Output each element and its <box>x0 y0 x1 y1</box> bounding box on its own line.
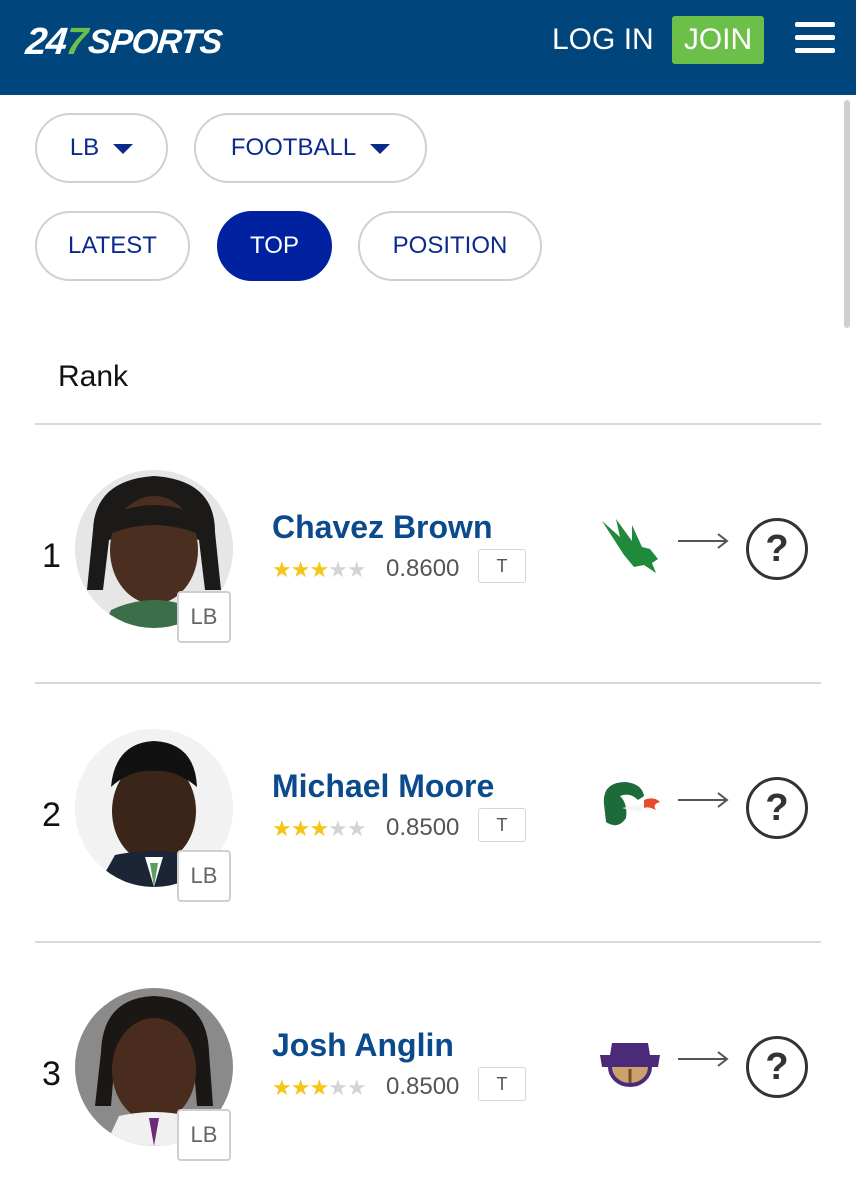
tab-latest-label: LATEST <box>68 232 157 259</box>
logo-digit-seven: 7 <box>64 20 89 63</box>
player-rating: 0.8600 <box>386 555 460 582</box>
site-header: 24 7 SPORTS LOG IN JOIN <box>0 0 856 95</box>
player-row[interactable]: 3 LB Josh Anglin ★★★★★ 0.8500 T ? <box>0 943 856 1201</box>
logo-digits: 24 <box>23 20 69 63</box>
sport-dropdown[interactable]: FOOTBALL <box>194 113 427 183</box>
tab-position-label: POSITION <box>392 232 508 259</box>
rank-column-header: Rank <box>58 360 129 393</box>
question-mark-icon[interactable]: ? <box>746 518 808 580</box>
rank-number: 2 <box>42 796 61 834</box>
position-badge: LB <box>177 591 231 643</box>
position-dropdown[interactable]: LB <box>35 113 168 183</box>
player-name[interactable]: Josh Anglin <box>272 1027 454 1064</box>
tab-top[interactable]: TOP <box>217 211 332 281</box>
join-button[interactable]: JOIN <box>672 16 764 64</box>
position-dropdown-label: LB <box>69 134 100 161</box>
player-row[interactable]: 1 LB Chavez Brown ★★★★★ 0.8600 T ? <box>0 425 856 683</box>
login-link[interactable]: LOG IN <box>552 20 654 60</box>
question-mark-icon[interactable]: ? <box>746 777 808 839</box>
caret-down-icon <box>370 144 391 154</box>
rating-type-badge: T <box>478 1067 526 1101</box>
star-rating: ★★★★★ <box>272 1075 367 1100</box>
player-name[interactable]: Chavez Brown <box>272 509 492 546</box>
right-arrow-icon <box>678 792 729 808</box>
player-row[interactable]: 2 LB Michael Moore ★★★★★ 0.8500 T ? <box>0 684 856 942</box>
rank-number: 3 <box>42 1055 61 1093</box>
247sports-logo[interactable]: 24 7 SPORTS <box>23 18 224 66</box>
sport-dropdown-label: FOOTBALL <box>230 134 357 161</box>
player-rating: 0.8500 <box>386 1073 460 1100</box>
north-alabama-lion-icon[interactable] <box>598 1033 662 1095</box>
uab-dragon-icon[interactable] <box>598 774 662 836</box>
tab-latest[interactable]: LATEST <box>35 211 190 281</box>
player-name[interactable]: Michael Moore <box>272 768 494 805</box>
position-badge: LB <box>177 1109 231 1161</box>
player-rating: 0.8500 <box>386 814 460 841</box>
tab-top-label: TOP <box>250 232 299 259</box>
star-rating: ★★★★★ <box>272 816 367 841</box>
north-texas-eagle-icon[interactable] <box>598 515 662 577</box>
right-arrow-icon <box>678 1051 729 1067</box>
logo-word: SPORTS <box>86 22 224 61</box>
tab-position[interactable]: POSITION <box>358 211 542 281</box>
position-badge: LB <box>177 850 231 902</box>
rank-number: 1 <box>42 537 61 575</box>
scrollbar[interactable] <box>844 100 850 328</box>
rating-type-badge: T <box>478 549 526 583</box>
star-rating: ★★★★★ <box>272 557 367 582</box>
rating-type-badge: T <box>478 808 526 842</box>
right-arrow-icon <box>678 533 729 549</box>
caret-down-icon <box>113 144 134 154</box>
hamburger-menu-icon[interactable] <box>795 22 835 54</box>
question-mark-icon[interactable]: ? <box>746 1036 808 1098</box>
